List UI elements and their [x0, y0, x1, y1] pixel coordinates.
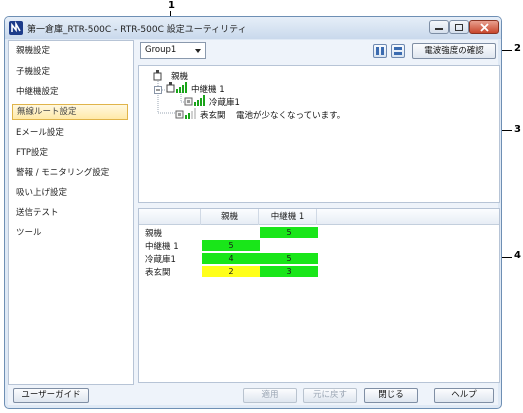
settings-sidebar: 親機設定 子機設定 中継機設定 無線ルート設定 Eメール設定 FTP設定 警報 … [8, 40, 134, 385]
close-window-button[interactable] [469, 20, 499, 34]
close-button[interactable]: 閉じる [364, 388, 418, 403]
sidebar-item-label: 子機設定 [16, 67, 51, 77]
row-label: 冷蔵庫1 [145, 255, 176, 265]
sidebar-item-tools[interactable]: ツール [12, 225, 128, 241]
window-title: 第一倉庫_RTR-500C - RTR-500C 設定ユーティリティ [27, 25, 247, 35]
sidebar-item-label: 無線ルート設定 [17, 107, 77, 117]
revert-button[interactable]: 元に戻す [303, 388, 357, 403]
signal-table-panel: 親機 中継機 1 親機 5 中継機 1 5 冷蔵庫1 4 5 表玄関 2 3 [138, 208, 500, 383]
help-button[interactable]: ヘルプ [434, 388, 494, 403]
sidebar-item-label: FTP設定 [16, 148, 49, 158]
callout-3: 3 [514, 124, 521, 135]
callout-1: 1 [168, 0, 175, 11]
app-logo-icon [9, 21, 23, 35]
columns-icon [376, 47, 384, 55]
client-area: 親機設定 子機設定 中継機設定 無線ルート設定 Eメール設定 FTP設定 警報 … [8, 40, 500, 405]
tree-node-repeater[interactable]: 中継機 1 [191, 83, 225, 95]
signal-table-header: 親機 中継機 1 [139, 209, 499, 225]
repeater-unit-icon [166, 82, 175, 93]
sidebar-item-email[interactable]: Eメール設定 [12, 125, 128, 141]
signal-strength-icon [176, 82, 187, 93]
layout-rows-button[interactable] [391, 44, 405, 58]
close-icon [479, 22, 489, 32]
column-header: 中継機 1 [259, 209, 317, 225]
sidebar-item-send-test[interactable]: 送信テスト [12, 205, 128, 221]
signal-strength-icon [194, 95, 205, 106]
sidebar-item-base-unit[interactable]: 親機設定 [12, 43, 128, 59]
signal-cell: 3 [260, 266, 318, 277]
signal-cell: 5 [260, 227, 318, 238]
logger-unit-icon [184, 97, 193, 106]
row-label: 中継機 1 [145, 242, 179, 252]
sidebar-item-download[interactable]: 吸い上げ設定 [12, 185, 128, 201]
sidebar-item-label: 吸い上げ設定 [16, 188, 68, 198]
sidebar-item-label: 警報 / モニタリング設定 [16, 168, 110, 178]
app-window: 第一倉庫_RTR-500C - RTR-500C 設定ユーティリティ 親機設定 … [4, 16, 502, 409]
sidebar-item-label: ツール [16, 228, 42, 238]
sidebar-item-label: 送信テスト [16, 208, 59, 218]
signal-cell: 2 [202, 266, 260, 277]
signal-cell: 5 [260, 253, 318, 264]
sidebar-item-repeater[interactable]: 中継機設定 [12, 84, 128, 100]
sidebar-item-label: 親機設定 [16, 46, 51, 56]
minimize-icon [435, 28, 443, 30]
group-dropdown-value: Group1 [145, 45, 177, 55]
rows-icon [394, 47, 402, 55]
minimize-button[interactable] [429, 20, 449, 34]
callout-4: 4 [514, 250, 521, 261]
logger-unit-icon [175, 110, 184, 119]
table-header-corner [139, 209, 201, 225]
battery-low-status: 電池が少なくなっています。 [236, 111, 346, 121]
apply-button[interactable]: 適用 [243, 388, 297, 403]
sidebar-item-wireless-route[interactable]: 無線ルート設定 [12, 104, 128, 120]
route-tree-panel: 親機 中継機 1 冷蔵庫1 表玄関 電池が少なくなっています。 [138, 65, 500, 203]
tree-node-base-unit[interactable]: 親機 [171, 70, 188, 82]
signal-cell: 4 [202, 253, 260, 264]
maximize-button[interactable] [449, 20, 469, 34]
callout-2: 2 [514, 43, 521, 54]
collapse-toggle-icon[interactable] [154, 86, 162, 94]
maximize-icon [455, 23, 463, 31]
chevron-down-icon [195, 49, 201, 53]
layout-columns-button[interactable] [373, 44, 387, 58]
row-label: 表玄関 [145, 268, 171, 278]
base-unit-icon [153, 70, 162, 81]
tree-node-refrigerator[interactable]: 冷蔵庫1 [209, 96, 240, 108]
tree-node-entrance[interactable]: 表玄関 [200, 109, 226, 121]
sidebar-item-ftp[interactable]: FTP設定 [12, 145, 128, 161]
group-dropdown[interactable]: Group1 [140, 42, 206, 59]
column-header: 親機 [201, 209, 259, 225]
signal-cell: 5 [202, 240, 260, 251]
sidebar-item-label: Eメール設定 [16, 128, 64, 138]
sidebar-item-label: 中継機設定 [16, 87, 59, 97]
signal-check-button[interactable]: 電波強度の確認 [412, 43, 496, 59]
row-label: 親機 [145, 229, 163, 239]
signal-strength-icon [185, 108, 196, 119]
sidebar-item-remote-unit[interactable]: 子機設定 [12, 64, 128, 80]
sidebar-item-warning-monitoring[interactable]: 警報 / モニタリング設定 [12, 165, 128, 181]
user-guide-button[interactable]: ユーザーガイド [13, 388, 89, 403]
title-bar[interactable]: 第一倉庫_RTR-500C - RTR-500C 設定ユーティリティ [5, 17, 501, 39]
